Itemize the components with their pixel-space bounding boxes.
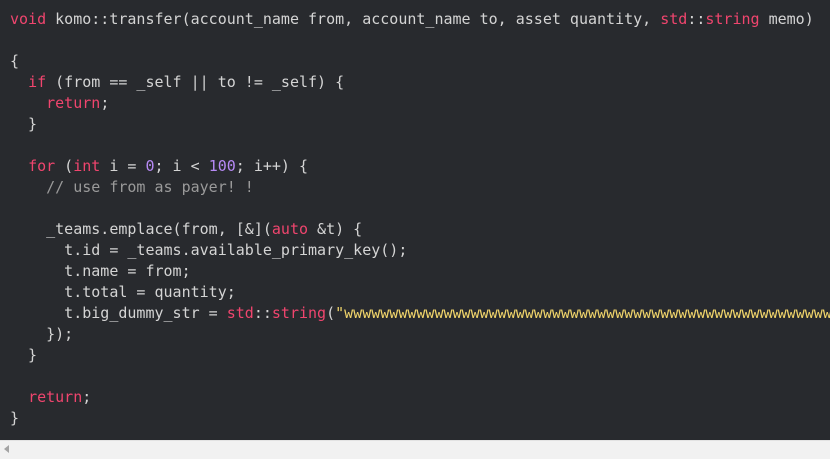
code-line: t.name = from; (10, 261, 830, 282)
code-line: void komo::transfer(account_name from, a… (10, 9, 830, 30)
code-token: ( (55, 157, 74, 175)
code-token: _teams.emplace(from, [&]( (10, 220, 272, 238)
code-token: t.total = quantity; (10, 283, 236, 301)
scroll-left-arrow-icon[interactable] (4, 445, 9, 453)
code-line: return; (10, 387, 830, 408)
code-token: :: (687, 10, 706, 28)
code-token: ; (100, 94, 110, 112)
code-token: void (10, 10, 47, 28)
code-token: int (73, 157, 101, 175)
code-token: 100 (208, 157, 236, 175)
code-token: ; i++) { (235, 157, 309, 175)
code-token: ; (82, 388, 92, 406)
code-token: } (10, 409, 20, 427)
code-token: 0 (145, 157, 155, 175)
code-line: t.total = quantity; (10, 282, 830, 303)
code-token: } (10, 346, 38, 364)
code-line: } (10, 114, 830, 135)
code-token: string (271, 304, 327, 322)
code-line: } (10, 408, 830, 429)
code-token: i = (100, 157, 146, 175)
code-token: t.name = from; (10, 262, 191, 280)
code-token: (from == _self || to != _self) { (46, 73, 345, 91)
code-token: { (10, 52, 20, 70)
code-line: { (10, 51, 830, 72)
code-token: "wwwwwwwwwwwwwwwwwwwwwwwwwwwwwwwwwwwwwww… (335, 304, 830, 322)
code-token: &t) { (308, 220, 363, 238)
code-token: t.id = _teams.available_primary_key(); (10, 241, 408, 259)
code-token: memo) (759, 10, 814, 28)
code-token: ; i < (154, 157, 209, 175)
code-token: ( (326, 304, 336, 322)
horizontal-scrollbar[interactable] (0, 440, 830, 459)
code-token: std (226, 304, 254, 322)
code-token: }); (10, 325, 74, 343)
code-token: :: (253, 304, 272, 322)
code-token: for (28, 157, 56, 175)
code-token: komo::transfer(account_name from, accoun… (46, 10, 661, 28)
code-token: t.big_dummy_str = (10, 304, 227, 322)
code-token: string (705, 10, 760, 28)
code-token: std (660, 10, 688, 28)
code-token: return (46, 94, 101, 112)
code-line: }); (10, 324, 830, 345)
code-token: } (10, 115, 38, 133)
code-line: t.id = _teams.available_primary_key(); (10, 240, 830, 261)
code-line: t.big_dummy_str = std::string("wwwwwwwww… (10, 303, 830, 324)
code-line: _teams.emplace(from, [&](auto &t) { (10, 219, 830, 240)
code-token: if (28, 73, 47, 91)
code-line: return; (10, 93, 830, 114)
code-line: // use from as payer! ! (10, 177, 830, 198)
code-token: return (28, 388, 83, 406)
code-lines: void komo::transfer(account_name from, a… (10, 9, 830, 429)
code-token: auto (271, 220, 309, 238)
code-line: } (10, 345, 830, 366)
code-line: if (from == _self || to != _self) { (10, 72, 830, 93)
code-token: // use from as payer! ! (46, 178, 254, 196)
code-block: void komo::transfer(account_name from, a… (0, 0, 830, 440)
code-line: for (int i = 0; i < 100; i++) { (10, 156, 830, 177)
